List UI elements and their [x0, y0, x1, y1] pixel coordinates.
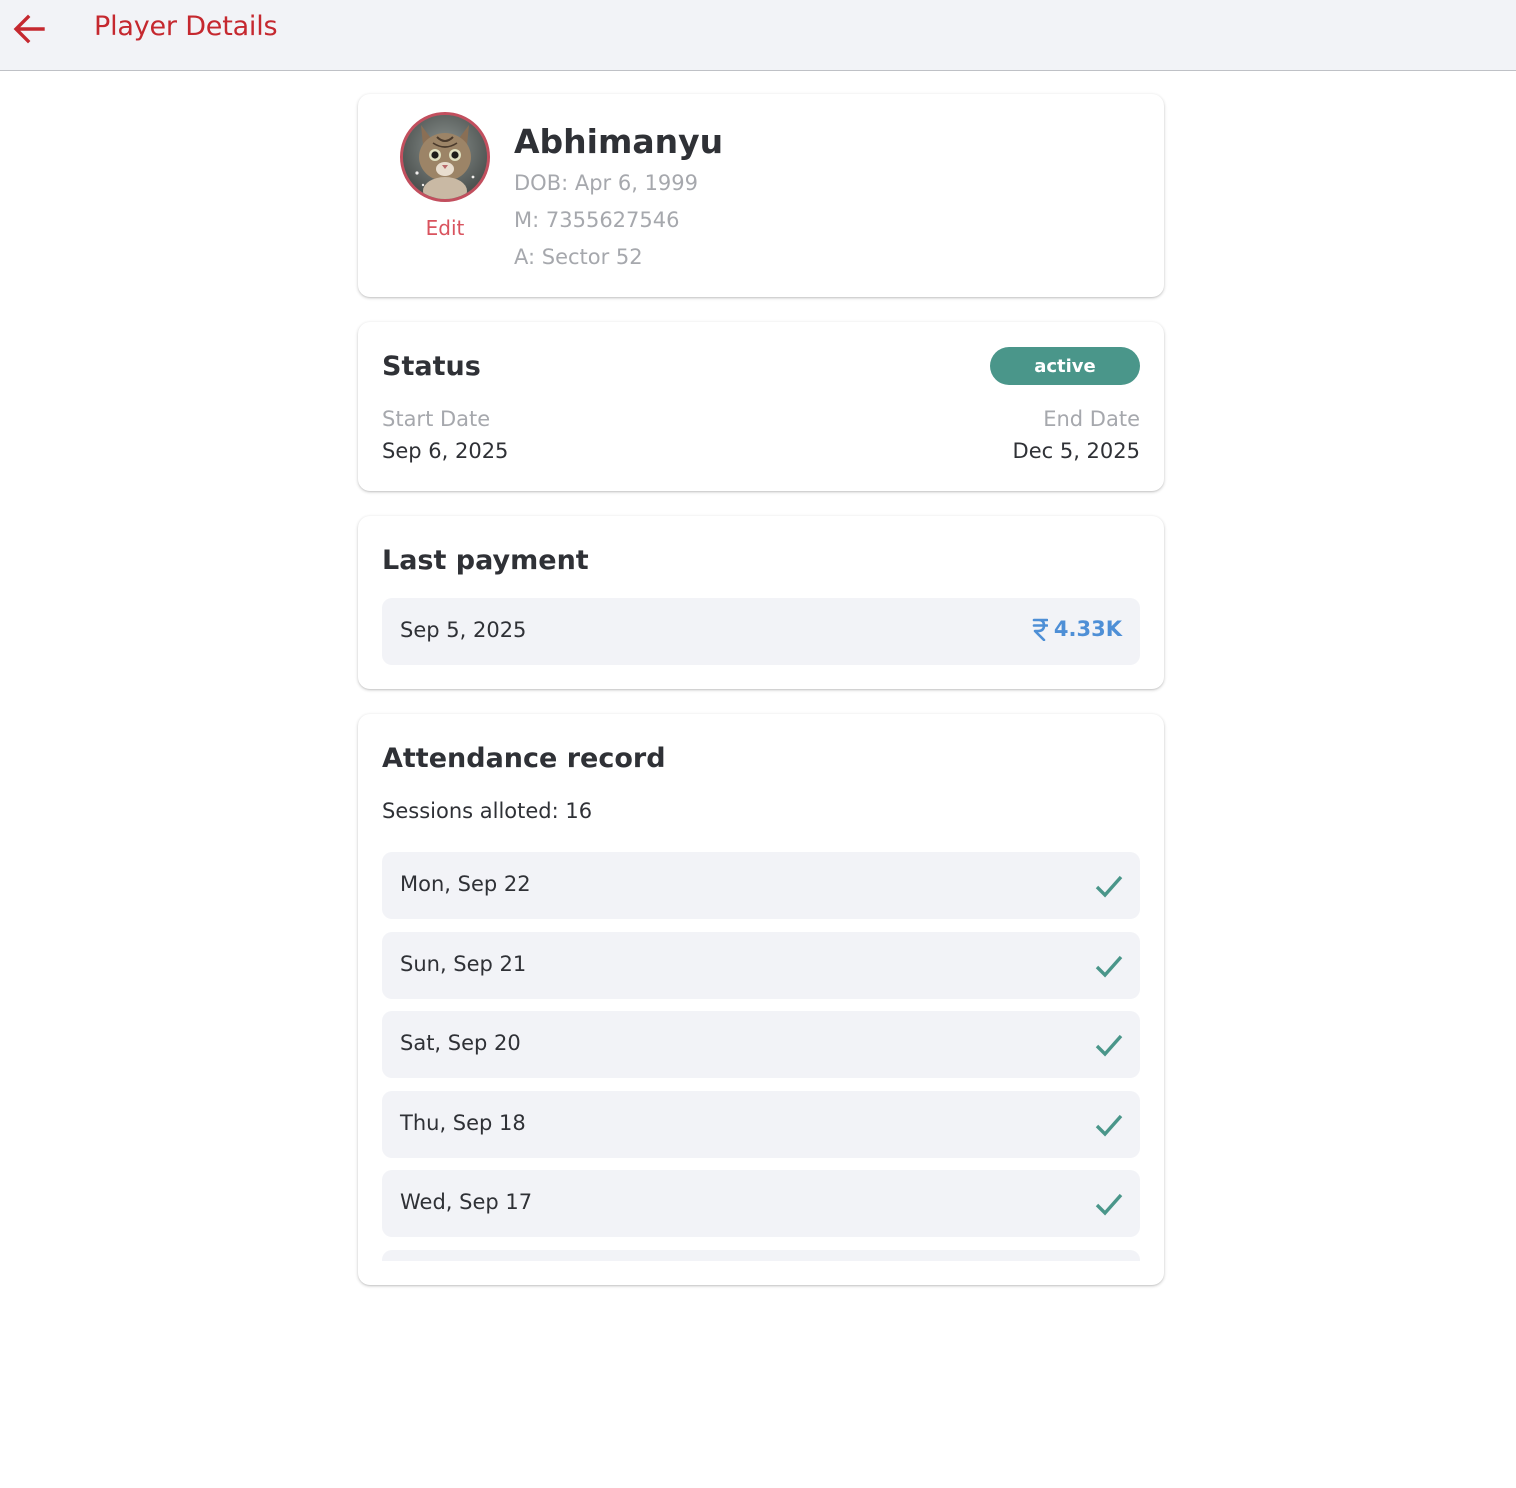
- attendance-row[interactable]: Sun, Sep 21: [382, 931, 1140, 999]
- mobile-text: M: 7355627546: [514, 208, 680, 232]
- payment-card: Last payment Sep 5, 2025 4.33K: [358, 516, 1164, 689]
- app-bar: Player Details: [0, 0, 1516, 71]
- edit-photo-link[interactable]: Edit: [400, 216, 490, 240]
- check-icon: [1095, 1114, 1123, 1136]
- dob-text: DOB: Apr 6, 1999: [514, 171, 699, 195]
- payment-amount: 4.33K: [1032, 617, 1122, 641]
- rupee-icon: [1032, 618, 1048, 641]
- check-icon: [1095, 1034, 1123, 1057]
- payment-date: Sep 5, 2025: [400, 618, 527, 642]
- cat-avatar-photo: [403, 115, 487, 199]
- status-heading: Status: [382, 351, 481, 382]
- attendance-date: Wed, Sep 17: [400, 1190, 533, 1214]
- status-card: Status active Start Date Sep 6, 2025 End…: [358, 322, 1164, 491]
- attendance-date: Thu, Sep 18: [400, 1110, 526, 1135]
- address-text: A: Sector 52: [514, 245, 643, 269]
- check-icon: [1095, 1193, 1123, 1216]
- arrow-left-icon: [13, 14, 45, 44]
- attendance-row[interactable]: Thu, Sep 18: [382, 1090, 1140, 1158]
- attendance-row-partial[interactable]: [382, 1249, 1140, 1261]
- avatar[interactable]: [400, 112, 490, 202]
- attendance-row[interactable]: Wed, Sep 17: [382, 1170, 1140, 1237]
- payment-row[interactable]: Sep 5, 2025 4.33K: [382, 598, 1140, 665]
- attendance-row[interactable]: Sat, Sep 20: [382, 1011, 1140, 1078]
- payment-amount-value: 4.33K: [1053, 617, 1122, 641]
- start-date-label: Start Date: [382, 407, 491, 431]
- page-title: Player Details: [94, 11, 278, 42]
- player-name: Abhimanyu: [514, 122, 724, 161]
- attendance-row[interactable]: Mon, Sep 22: [382, 852, 1140, 919]
- attendance-date: Mon, Sep 22: [400, 872, 531, 896]
- attendance-date: Sat, Sep 20: [400, 1031, 521, 1055]
- check-icon: [1095, 875, 1123, 898]
- attendance-list[interactable]: Mon, Sep 22 Sun, Sep 21 Sat, Sep 20 Thu,…: [382, 852, 1140, 1261]
- payment-heading: Last payment: [382, 545, 589, 576]
- attendance-heading: Attendance record: [382, 743, 666, 774]
- end-date-value: Dec 5, 2025: [1012, 439, 1140, 463]
- start-date-value: Sep 6, 2025: [382, 439, 509, 463]
- sessions-alloted: Sessions alloted: 16: [382, 799, 593, 823]
- end-date-label: End Date: [1043, 407, 1140, 431]
- profile-card: Edit Abhimanyu DOB: Apr 6, 1999 M: 73556…: [358, 94, 1164, 297]
- attendance-date: Sun, Sep 21: [400, 951, 527, 976]
- check-icon: [1095, 955, 1123, 977]
- back-button[interactable]: [8, 9, 50, 49]
- status-badge: active: [990, 347, 1140, 385]
- attendance-card: Attendance record Sessions alloted: 16 M…: [358, 714, 1164, 1285]
